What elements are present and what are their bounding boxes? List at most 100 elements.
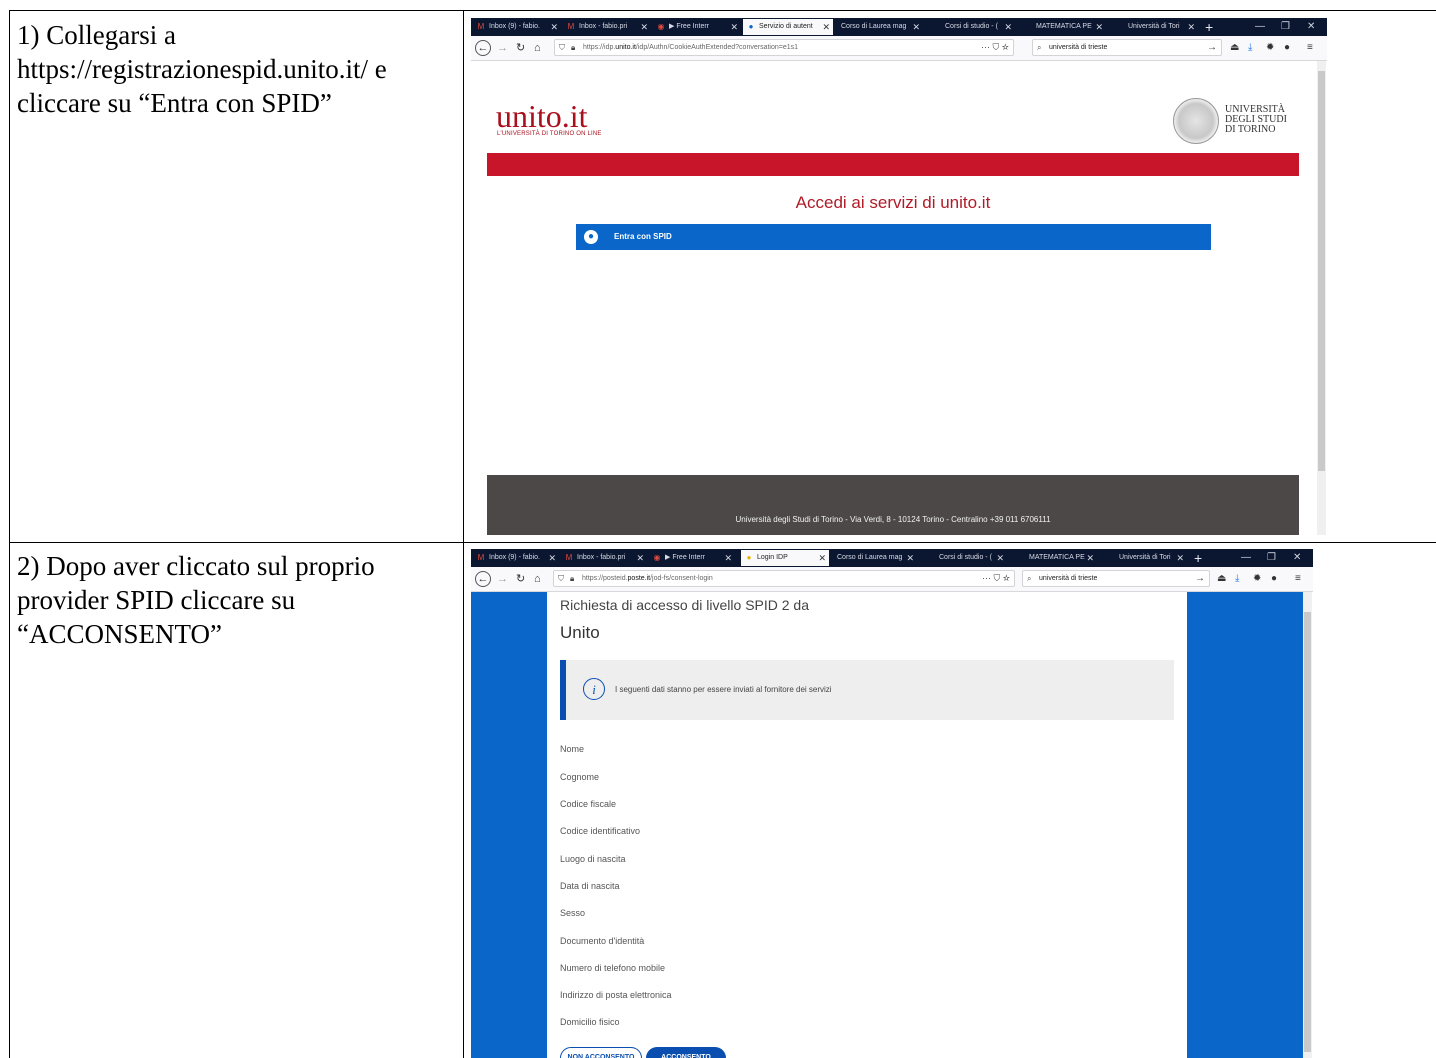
browser-tab[interactable]: ◉ ▶ Free Interr ✕ xyxy=(653,19,741,35)
close-icon[interactable]: ✕ xyxy=(550,19,558,35)
browser-tab[interactable]: Corso di Laurea mag ✕ xyxy=(835,19,923,35)
url-bar[interactable]: ⛉ 🔒︎ https://idp.unito.it/idp/Authn/Cook… xyxy=(554,39,1014,56)
nav-toolbar: ← → ↻ ⌂ ⛉ 🔒︎ https://posteid.poste.it/jo… xyxy=(471,567,1313,592)
account-icon[interactable]: ● xyxy=(1284,40,1290,56)
minimize-icon[interactable]: — xyxy=(1241,549,1251,567)
account-icon[interactable]: ● xyxy=(1271,571,1277,587)
download-icon[interactable]: ⤓ xyxy=(1235,571,1239,587)
browser-tab[interactable]: Università di Tori ✕ xyxy=(1107,550,1187,566)
search-value: università di trieste xyxy=(1039,575,1098,582)
consent-field: Numero di telefono mobile xyxy=(560,963,666,973)
library-icon[interactable]: ⏏ xyxy=(1217,571,1226,587)
url-prefix: https://posteid. xyxy=(582,575,628,582)
unito-logo[interactable]: unito.it xyxy=(496,98,588,135)
browser-tab[interactable]: MATEMATICA PE ✕ xyxy=(1024,19,1106,35)
deny-consent-button[interactable]: NON ACCONSENTO xyxy=(560,1047,642,1058)
close-icon[interactable]: ✕ xyxy=(548,550,556,566)
tab-label: Corsi di studio - ( xyxy=(945,23,998,30)
shield-icon: ⛉ xyxy=(558,574,564,583)
new-tab-icon[interactable]: + xyxy=(1205,18,1213,36)
search-go-icon[interactable]: → xyxy=(1207,40,1217,55)
new-tab-icon[interactable]: + xyxy=(1194,549,1202,567)
consent-field: Data di nascita xyxy=(560,881,620,891)
university-name-line: DI TORINO xyxy=(1225,124,1276,135)
search-go-icon[interactable]: → xyxy=(1195,571,1205,586)
close-icon[interactable]: ✕ xyxy=(912,19,920,35)
browser-tab[interactable]: Corsi di studio - ( ✕ xyxy=(933,19,1015,35)
forward-icon[interactable]: → xyxy=(497,40,508,56)
close-icon[interactable]: ✕ xyxy=(1004,19,1012,35)
close-icon[interactable]: ✕ xyxy=(906,550,914,566)
close-icon[interactable]: ✕ xyxy=(636,550,644,566)
url-host: poste.it xyxy=(627,575,651,582)
request-organization: Unito xyxy=(560,623,600,642)
scrollbar-thumb[interactable] xyxy=(1304,612,1311,1052)
gmail-icon: M xyxy=(565,553,573,562)
browser-tab[interactable]: ◉ ▶ Free Interr ✕ xyxy=(649,550,735,566)
consent-field: Codice identificativo xyxy=(560,826,641,836)
browser-tab[interactable]: Università di Tori ✕ xyxy=(1116,19,1198,35)
close-icon[interactable]: ✕ xyxy=(724,550,732,566)
forward-icon[interactable]: → xyxy=(497,571,508,587)
scrollbar[interactable] xyxy=(1317,61,1326,535)
close-window-icon[interactable]: ✕ xyxy=(1307,18,1315,36)
browser-tab[interactable]: Corso di Laurea mag ✕ xyxy=(831,550,917,566)
university-name: UNIVERSITÀ DEGLI STUDI DI TORINO xyxy=(1225,105,1287,135)
browser-tab[interactable]: M Inbox - fabio.pri ✕ xyxy=(563,19,651,35)
restore-icon[interactable]: ❐ xyxy=(1281,18,1290,36)
menu-icon[interactable]: ≡ xyxy=(1307,40,1313,56)
tab-label: Inbox - fabio.pri xyxy=(577,554,626,561)
browser-tab[interactable]: M Inbox - fabio.pri ✕ xyxy=(561,550,647,566)
home-icon[interactable]: ⌂ xyxy=(534,40,541,56)
download-icon[interactable]: ⤓ xyxy=(1248,40,1252,56)
close-icon[interactable]: ✕ xyxy=(818,550,826,566)
consent-field: Documento d'identità xyxy=(560,936,645,946)
page-actions-icon[interactable]: ··· ⛉ ☆ xyxy=(982,571,1010,586)
close-icon[interactable]: ✕ xyxy=(1176,550,1184,566)
back-icon[interactable]: ← xyxy=(475,571,491,587)
home-icon[interactable]: ⌂ xyxy=(534,571,541,587)
tab-label: Inbox - fabio.pri xyxy=(579,23,628,30)
consent-field: Indirizzo di posta elettronica xyxy=(560,990,672,1000)
close-icon[interactable]: ✕ xyxy=(1095,19,1103,35)
request-title: Richiesta di accesso di livello SPID 2 d… xyxy=(560,597,810,613)
menu-icon[interactable]: ≡ xyxy=(1295,571,1301,587)
close-window-icon[interactable]: ✕ xyxy=(1293,549,1301,567)
url-prefix: https://idp. xyxy=(583,44,616,51)
restore-icon[interactable]: ❐ xyxy=(1267,549,1276,567)
browser-tab-active[interactable]: ● Login IDP ✕ xyxy=(741,550,829,566)
minimize-icon[interactable]: — xyxy=(1255,18,1265,36)
search-input[interactable]: ⌕ università di trieste → xyxy=(1032,39,1222,56)
browser-tab[interactable]: Corsi di studio - (✕ xyxy=(927,550,1007,566)
browser-tab[interactable]: M Inbox (9) - fabio. ✕ xyxy=(473,550,559,566)
table-border-left xyxy=(9,10,10,1058)
close-icon[interactable]: ✕ xyxy=(1086,550,1094,566)
spid-login-button[interactable]: ● Entra con SPID xyxy=(576,224,1211,250)
browser-tab[interactable]: M Inbox (9) - fabio. ✕ xyxy=(473,19,561,35)
tab-label: Università di Tori xyxy=(1128,23,1180,30)
reload-icon[interactable]: ↻ xyxy=(516,40,525,56)
page-actions-icon[interactable]: ··· ⛉ ☆ xyxy=(981,40,1009,55)
tab-label: Inbox (9) - fabio. xyxy=(489,23,540,30)
back-icon[interactable]: ← xyxy=(475,40,491,56)
close-icon[interactable]: ✕ xyxy=(730,19,738,35)
extension-icon[interactable]: ✹ xyxy=(1253,571,1261,587)
url-bar[interactable]: ⛉ 🔒︎ https://posteid.poste.it/jod-fs/con… xyxy=(553,570,1015,587)
browser-tab[interactable]: MATEMATICA PE ✕ xyxy=(1017,550,1097,566)
close-icon[interactable]: ✕ xyxy=(822,19,830,35)
scrollbar-thumb[interactable] xyxy=(1318,71,1325,471)
extension-icon[interactable]: ✹ xyxy=(1266,40,1274,56)
scrollbar[interactable] xyxy=(1303,592,1312,1058)
url-host: unito.it xyxy=(615,44,636,51)
reload-icon[interactable]: ↻ xyxy=(516,571,525,587)
tab-label: ▶ Free Interr xyxy=(665,554,706,561)
library-icon[interactable]: ⏏ xyxy=(1230,40,1239,56)
step-2-text: 2) Dopo aver cliccato sul proprio provid… xyxy=(17,551,375,649)
accept-consent-button[interactable]: ACCONSENTO xyxy=(646,1047,726,1058)
search-input[interactable]: ⌕ università di trieste → xyxy=(1022,570,1210,587)
close-icon[interactable]: ✕ xyxy=(640,19,648,35)
close-icon[interactable]: ✕ xyxy=(996,550,1004,566)
browser-tab-active[interactable]: ● Servizio di autent ✕ xyxy=(743,19,833,35)
close-icon[interactable]: ✕ xyxy=(1187,19,1195,35)
consent-field: Sesso xyxy=(560,908,586,918)
